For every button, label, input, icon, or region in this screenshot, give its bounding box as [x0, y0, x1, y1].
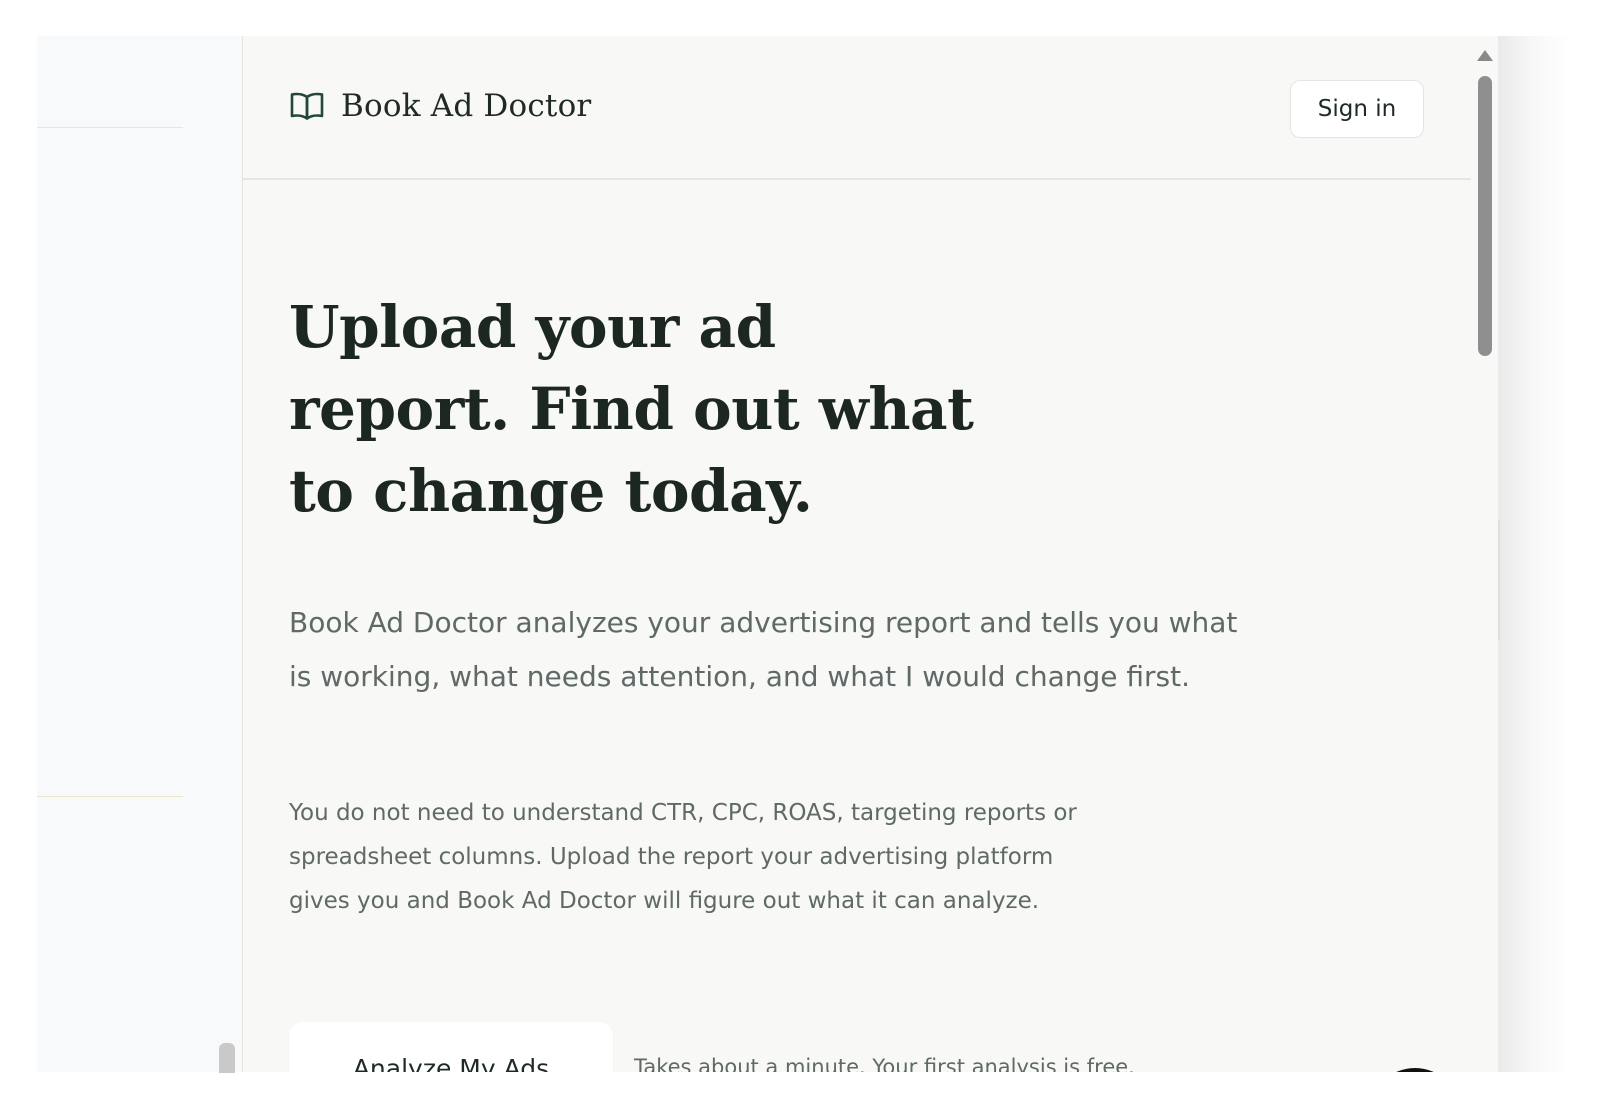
background-scrollbar-thumb	[219, 1043, 235, 1073]
cta-note: Takes about a minute. Your first analysi…	[634, 1055, 1135, 1072]
background-panel-left	[37, 36, 242, 1072]
scrollbar-thumb[interactable]	[1478, 76, 1492, 356]
brand-logo[interactable]: Book Ad Doctor	[289, 88, 591, 124]
hero-title: Upload your ad report. Find out what to …	[289, 286, 1009, 532]
background-divider	[37, 796, 183, 797]
hero-lead-paragraph: Book Ad Doctor analyzes your advertising…	[289, 606, 1238, 693]
scroll-up-arrow-icon[interactable]	[1477, 50, 1493, 61]
browser-window: Book Ad Doctor Sign in Upload your ad re…	[242, 36, 1498, 1072]
hero-title-line: Upload your ad	[289, 293, 776, 361]
site-header: Book Ad Doctor Sign in	[243, 36, 1471, 180]
chat-launcher-button[interactable]	[1370, 1068, 1460, 1072]
background-divider	[37, 127, 183, 128]
background-panel-right	[1497, 36, 1571, 1072]
brand-name: Book Ad Doctor	[341, 88, 592, 124]
hero-title-line: report. Find out what	[289, 375, 974, 443]
screen: Book Ad Doctor Sign in Upload your ad re…	[0, 0, 1600, 1105]
hero-sub-paragraph: You do not need to understand CTR, CPC, …	[289, 800, 1077, 914]
hero-title-line: to change today.	[289, 457, 813, 525]
analyze-my-ads-button[interactable]: Analyze My Ads	[289, 1022, 613, 1072]
sign-in-button[interactable]: Sign in	[1290, 80, 1424, 138]
open-book-icon	[290, 92, 324, 120]
